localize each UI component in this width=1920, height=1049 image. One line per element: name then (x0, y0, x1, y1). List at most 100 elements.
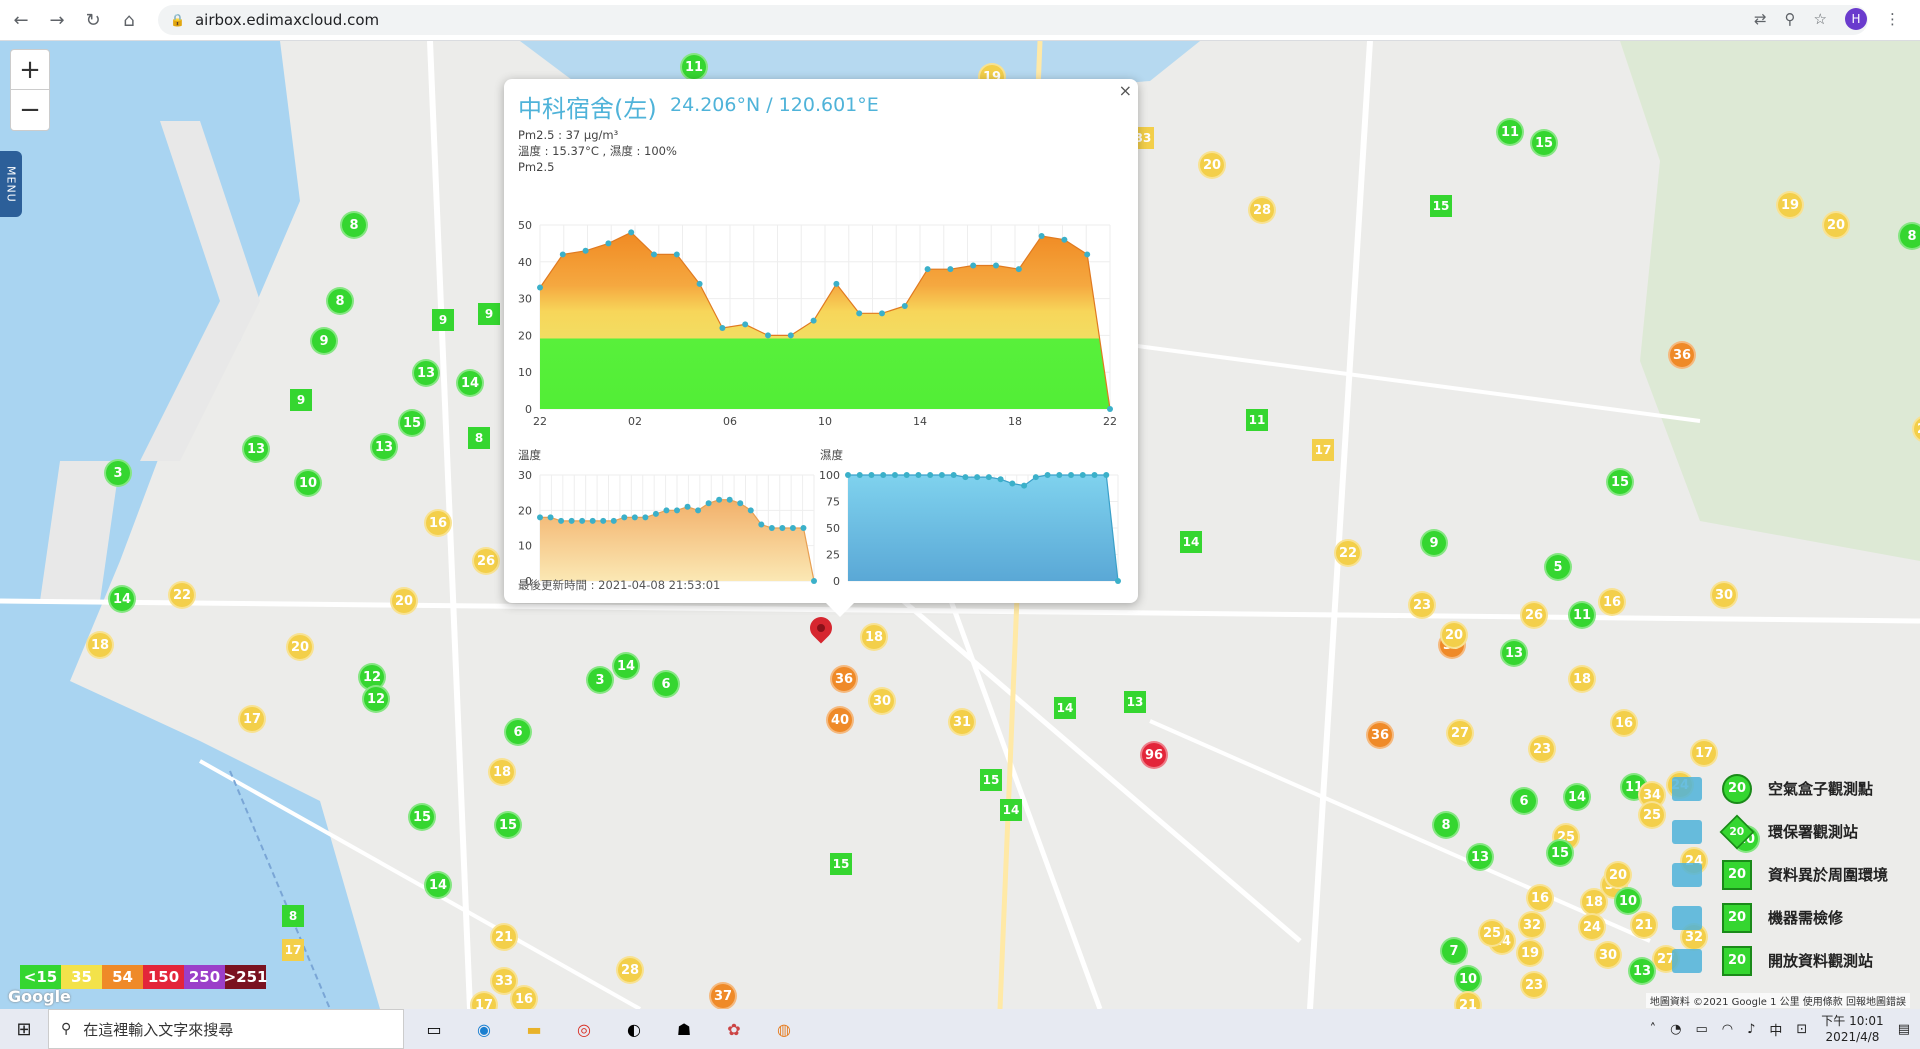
sensor-marker[interactable]: 16 (1526, 884, 1554, 912)
sensor-marker[interactable]: 16 (1610, 709, 1638, 737)
edge-icon[interactable]: ◉ (472, 1017, 496, 1041)
sensor-marker[interactable]: 17 (238, 705, 266, 733)
zoom-out-button[interactable]: − (11, 90, 49, 130)
menu-tab[interactable]: MENU (0, 151, 22, 217)
sensor-marker[interactable]: 32 (1518, 911, 1546, 939)
zoom-in-button[interactable]: + (11, 50, 49, 90)
address-bar[interactable]: 🔒 airbox.edimaxcloud.com (158, 5, 1868, 35)
app-icon-3[interactable]: ✿ (722, 1017, 746, 1041)
sensor-marker[interactable]: 21 (490, 923, 518, 951)
sensor-marker[interactable]: 6 (652, 670, 680, 698)
sensor-marker[interactable]: 22 (1334, 539, 1362, 567)
zoom-icon[interactable]: ⚲ (1785, 10, 1796, 28)
input-mode-icon[interactable]: ⊡ (1796, 1022, 1807, 1037)
sensor-marker[interactable]: 11 (1568, 601, 1596, 629)
sensor-marker[interactable]: 15 (1546, 839, 1574, 867)
sensor-marker[interactable]: 24 (1578, 913, 1606, 941)
sensor-marker[interactable]: 18 (488, 758, 516, 786)
sensor-marker[interactable]: 31 (948, 708, 976, 736)
sensor-marker[interactable]: 7 (1440, 937, 1468, 965)
sensor-marker[interactable]: 11 (1496, 118, 1524, 146)
app-icon-1[interactable]: ◐ (622, 1017, 646, 1041)
sensor-marker[interactable]: 23 (1520, 971, 1548, 999)
sensor-marker[interactable]: 14 (108, 585, 136, 613)
sensor-marker[interactable]: 15 (1530, 129, 1558, 157)
reload-icon[interactable]: ↻ (78, 5, 108, 35)
sensor-marker[interactable]: 40 (826, 706, 854, 734)
sensor-marker[interactable]: 28 (1248, 196, 1276, 224)
sensor-marker[interactable]: 5 (1544, 553, 1572, 581)
app-icon-4[interactable]: ◍ (772, 1017, 796, 1041)
file-explorer-icon[interactable]: ▬ (522, 1017, 546, 1041)
sensor-marker[interactable]: 13 (370, 433, 398, 461)
forward-icon[interactable]: → (42, 5, 72, 35)
sensor-marker[interactable]: 13 (1500, 639, 1528, 667)
sensor-marker[interactable]: 30 (868, 687, 896, 715)
sensor-marker[interactable]: 18 (1580, 888, 1608, 916)
sensor-marker[interactable]: 30 (1594, 941, 1622, 969)
open-data-station-marker[interactable]: 11 (1246, 409, 1268, 431)
sensor-marker[interactable]: 6 (1510, 787, 1538, 815)
sensor-marker[interactable]: 8 (1898, 222, 1920, 250)
open-data-station-marker[interactable]: 8 (282, 905, 304, 927)
sensor-marker[interactable]: 10 (1614, 887, 1642, 915)
sensor-marker[interactable]: 12 (362, 685, 390, 713)
sensor-marker[interactable]: 15 (494, 811, 522, 839)
open-data-station-marker[interactable]: 9 (432, 309, 454, 331)
sensor-marker[interactable]: 11 (680, 53, 708, 81)
open-data-station-marker[interactable]: 15 (830, 853, 852, 875)
sensor-marker[interactable]: 3 (104, 459, 132, 487)
sensor-marker[interactable]: 96 (1140, 741, 1168, 769)
map-attribution[interactable]: 地圖資料 ©2021 Google 1 公里 使用條款 回報地圖錯誤 (1645, 993, 1910, 1008)
sensor-marker[interactable]: 3 (586, 666, 614, 694)
battery-icon[interactable]: ▭ (1695, 1022, 1707, 1037)
sensor-marker[interactable]: 18 (1568, 665, 1596, 693)
sensor-marker[interactable]: 19 (1516, 939, 1544, 967)
sensor-marker[interactable]: 16 (510, 985, 538, 1009)
volume-icon[interactable]: ♪ (1747, 1022, 1755, 1037)
sensor-marker[interactable]: 26 (472, 547, 500, 575)
sensor-marker[interactable]: 30 (1710, 581, 1738, 609)
open-data-station-marker[interactable]: 8 (468, 427, 490, 449)
sensor-marker[interactable]: 13 (242, 435, 270, 463)
sensor-marker[interactable]: 20 (390, 587, 418, 615)
sensor-marker[interactable]: 14 (1563, 783, 1591, 811)
network-icon[interactable]: ◔ (1670, 1022, 1681, 1037)
sensor-marker[interactable]: 18 (86, 631, 114, 659)
app-icon-2[interactable]: ☗ (672, 1017, 696, 1041)
open-data-station-marker[interactable]: 14 (1180, 531, 1202, 553)
open-data-station-marker[interactable]: 9 (478, 303, 500, 325)
open-data-station-marker[interactable]: 17 (1312, 439, 1334, 461)
sensor-marker[interactable]: 14 (456, 369, 484, 397)
sensor-marker[interactable]: 37 (709, 982, 737, 1009)
sensor-marker[interactable]: 15 (1606, 468, 1634, 496)
sensor-marker[interactable]: 21 (1630, 911, 1658, 939)
sensor-marker[interactable]: 13 (412, 359, 440, 387)
sensor-marker[interactable]: 8 (1432, 811, 1460, 839)
open-data-station-marker[interactable]: 9 (290, 389, 312, 411)
sensor-marker[interactable]: 13 (1466, 843, 1494, 871)
map-canvas[interactable]: + − MENU 11 19 8 8 9 13 14 15 13 13 3 10 16 26 22 14 18 2… (0, 41, 1920, 1009)
sensor-marker[interactable]: 25 (1478, 919, 1506, 947)
sensor-marker[interactable]: 8 (340, 211, 368, 239)
sensor-marker[interactable]: 36 (830, 665, 858, 693)
sensor-marker[interactable]: 20 (286, 633, 314, 661)
open-data-station-marker[interactable]: 15 (1430, 195, 1452, 217)
sensor-marker[interactable]: 16 (424, 509, 452, 537)
home-icon[interactable]: ⌂ (114, 5, 144, 35)
sensor-marker[interactable]: 20 (1822, 211, 1850, 239)
sensor-marker[interactable]: 18 (860, 623, 888, 651)
open-data-station-marker[interactable]: 13 (1124, 691, 1146, 713)
sensor-marker[interactable]: 20 (1198, 151, 1226, 179)
ime-indicator[interactable]: 中 (1769, 1020, 1782, 1039)
sensor-marker[interactable]: 26 (1520, 601, 1548, 629)
sensor-marker[interactable]: 36 (1366, 721, 1394, 749)
sensor-marker[interactable]: 23 (1408, 591, 1436, 619)
chrome-icon[interactable]: ◎ (572, 1017, 596, 1041)
sensor-marker[interactable]: 36 (1668, 341, 1696, 369)
sensor-marker[interactable]: 8 (326, 287, 354, 315)
chevron-up-icon[interactable]: ˄ (1650, 1022, 1657, 1037)
translate-icon[interactable]: ⇄ (1754, 10, 1767, 28)
sensor-marker[interactable]: 15 (398, 409, 426, 437)
back-icon[interactable]: ← (6, 5, 36, 35)
